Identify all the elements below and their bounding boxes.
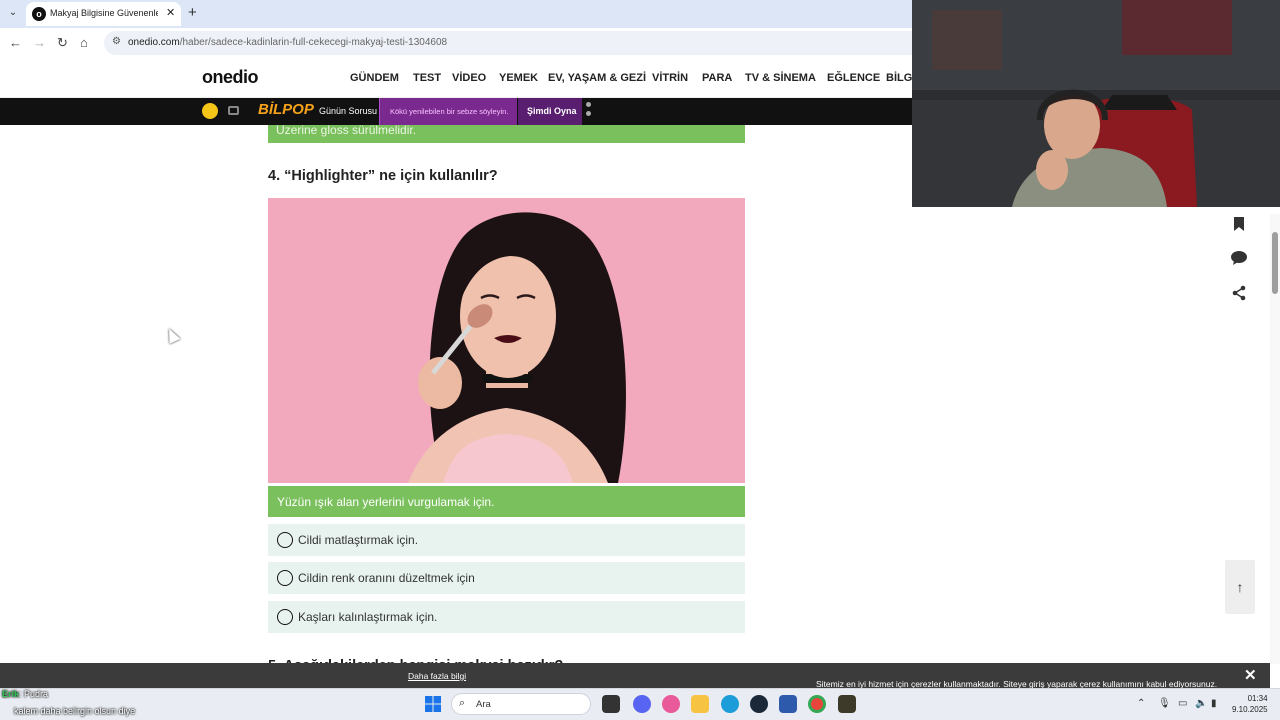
nav-vitrin[interactable]: VİTRİN xyxy=(652,72,688,84)
close-tab-icon[interactable]: ✕ xyxy=(166,6,175,19)
edge-icon[interactable] xyxy=(721,695,739,713)
url-input[interactable]: ⚙ onedio.com/haber/sadece-kadinlarin-ful… xyxy=(104,31,914,55)
nav-test[interactable]: TEST xyxy=(413,72,441,84)
new-tab-button[interactable]: + xyxy=(188,4,197,21)
ticket-icon[interactable] xyxy=(228,106,239,115)
file-explorer-icon[interactable] xyxy=(691,695,709,713)
task-view-icon[interactable] xyxy=(602,695,620,713)
nav-para[interactable]: PARA xyxy=(702,72,732,84)
chat-message: kalem daha belirgin olsun diye xyxy=(14,706,135,716)
bookmark-icon[interactable] xyxy=(1228,216,1250,238)
reload-icon[interactable]: ↻ xyxy=(57,35,68,51)
mouse-cursor-icon xyxy=(163,326,181,344)
chat-message-text: kalem daha belirgin olsun diye xyxy=(14,706,136,716)
store-icon[interactable] xyxy=(779,695,797,713)
chat-username: Erik xyxy=(2,689,20,699)
browser-tab-bar: ⌄ o Makyaj Bilgisine Güvenenler Bu ✕ + xyxy=(0,0,912,28)
more-dots-icon[interactable] xyxy=(586,102,592,120)
nav-tv-sinema[interactable]: TV & SİNEMA xyxy=(745,72,816,84)
nav-ev-yasam-gezi[interactable]: EV, YAŞAM & GEZİ xyxy=(548,72,646,84)
search-icon: ⌕ xyxy=(459,697,466,709)
url-text: onedio.com/haber/sadece-kadinlarin-full-… xyxy=(128,37,448,48)
scrollbar-thumb[interactable] xyxy=(1272,232,1278,294)
streamer-webcam-image xyxy=(912,0,1280,207)
chrome-icon[interactable] xyxy=(808,695,826,713)
answer-option[interactable]: Cildi matlaştırmak için. xyxy=(268,524,745,556)
previous-answer-text: Üzerine gloss sürülmelidir. xyxy=(276,125,417,137)
cookie-close-icon[interactable]: ✕ xyxy=(1244,666,1257,684)
site-header: onedio GÜNDEM TEST VİDEO YEMEK EV, YAŞAM… xyxy=(0,58,915,98)
bilpop-promo-bar: BİLPOP Günün Sorusu Kökü yenilebilen bir… xyxy=(0,98,912,125)
forward-arrow-icon[interactable]: → xyxy=(33,35,46,50)
play-now-label: Şimdi Oyna xyxy=(527,106,577,116)
radio-circle-icon[interactable] xyxy=(277,532,293,548)
question-image xyxy=(268,198,745,483)
radio-circle-icon[interactable] xyxy=(277,570,293,586)
steam-icon[interactable] xyxy=(750,695,768,713)
battery-icon[interactable]: ▮ xyxy=(1211,698,1217,709)
bilpop-logo[interactable]: BİLPOP xyxy=(258,101,314,118)
nav-bilgi[interactable]: BİLGİ xyxy=(886,72,915,84)
answer-option-label: Cildi matlaştırmak için. xyxy=(298,533,419,547)
webcam-overlay xyxy=(912,0,1280,207)
tab-search-icon[interactable]: ⌄ xyxy=(4,4,22,22)
search-placeholder: Ara xyxy=(476,699,491,710)
daily-question-text: Kökü yenilebilen bir sebze söyleyin. xyxy=(390,107,509,116)
onedio-favicon-icon: o xyxy=(32,7,46,21)
onedio-logo[interactable]: onedio xyxy=(202,67,259,88)
chat-message-text: Pudra xyxy=(24,689,49,699)
daily-question[interactable]: Kökü yenilebilen bir sebze söyleyin. xyxy=(379,98,517,125)
volume-icon[interactable]: 🔈 xyxy=(1195,698,1207,709)
clock-date: 9.10.2025 xyxy=(1232,705,1268,714)
home-icon[interactable]: ⌂ xyxy=(80,35,88,50)
back-arrow-icon[interactable]: ← xyxy=(9,35,22,50)
network-icon[interactable]: ▭ xyxy=(1178,698,1187,709)
bilpop-badge-icon[interactable] xyxy=(202,103,218,119)
makeup-woman-illustration xyxy=(268,198,745,483)
address-bar-row: ← → ↻ ⌂ ⚙ onedio.com/haber/sadece-kadinl… xyxy=(0,28,914,58)
tab-title: Makyaj Bilgisine Güvenenler Bu xyxy=(50,8,158,18)
correct-answer-text: Yüzün ışık alan yerlerini vurgulamak içi… xyxy=(277,495,495,509)
correct-answer: Yüzün ışık alan yerlerini vurgulamak içi… xyxy=(268,486,745,517)
discord-icon[interactable] xyxy=(633,695,651,713)
chat-message: Erik: Pudra xyxy=(2,689,49,699)
comment-icon[interactable] xyxy=(1228,250,1250,272)
windows-start-icon[interactable] xyxy=(424,695,442,713)
nav-gundem[interactable]: GÜNDEM xyxy=(350,72,399,84)
share-icon[interactable] xyxy=(1228,285,1250,307)
play-now-button[interactable]: Şimdi Oyna xyxy=(518,98,582,125)
cookie-banner: Sitemiz en iyi hizmet için çerezler kull… xyxy=(0,663,1270,689)
cookie-text: Sitemiz en iyi hizmet için çerezler kull… xyxy=(408,671,1218,689)
radio-circle-icon[interactable] xyxy=(277,609,293,625)
gunun-sorusu-label: Günün Sorusu xyxy=(319,106,378,116)
nav-video[interactable]: VİDEO xyxy=(452,72,486,84)
answer-option[interactable]: Kaşları kalınlaştırmak için. xyxy=(268,601,745,633)
browser-tab[interactable]: o Makyaj Bilgisine Güvenenler Bu ✕ xyxy=(26,2,181,26)
answer-option[interactable]: Cildin renk oranını düzeltmek için xyxy=(268,562,745,594)
site-info-icon[interactable]: ⚙ xyxy=(112,36,121,47)
microphone-icon[interactable]: 🎙 xyxy=(1158,698,1171,709)
tray-chevron-icon[interactable]: ⌃ xyxy=(1137,698,1145,709)
copilot-icon[interactable] xyxy=(662,695,680,713)
taskbar-clock[interactable]: 01:34 9.10.2025 xyxy=(1232,693,1268,715)
answer-option-label: Kaşları kalınlaştırmak için. xyxy=(298,610,438,624)
previous-answer-strip: Üzerine gloss sürülmelidir. xyxy=(268,125,745,143)
nav-eglence[interactable]: EĞLENCE xyxy=(827,72,880,84)
question-title: 4. “Highlighter” ne için kullanılır? xyxy=(268,168,498,184)
back-to-top-button[interactable]: ↑ xyxy=(1225,560,1255,614)
nav-yemek[interactable]: YEMEK xyxy=(499,72,538,84)
game-app-icon[interactable] xyxy=(838,695,856,713)
taskbar-search-input[interactable]: ⌕ Ara xyxy=(451,693,591,715)
clock-time: 01:34 xyxy=(1247,694,1268,703)
cookie-more-info-link[interactable]: Daha fazla bilgi xyxy=(408,671,466,681)
answer-option-label: Cildin renk oranını düzeltmek için xyxy=(298,571,475,585)
